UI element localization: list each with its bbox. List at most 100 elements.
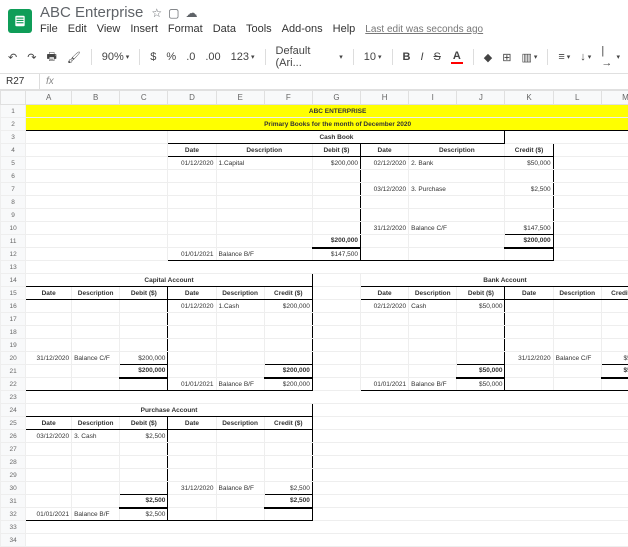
cell[interactable]: $147,500: [312, 248, 360, 261]
format-dropdown[interactable]: 123▾: [231, 51, 255, 63]
cell[interactable]: $2,500: [120, 495, 168, 508]
cell[interactable]: Capital Account: [26, 274, 313, 287]
cell[interactable]: Date: [505, 287, 553, 300]
cell[interactable]: Description: [409, 144, 505, 157]
col-header[interactable]: C: [120, 91, 168, 105]
cell[interactable]: $2,500: [120, 508, 168, 521]
row-header[interactable]: 33: [1, 521, 26, 534]
cell[interactable]: 03/12/2020: [361, 183, 409, 196]
currency-button[interactable]: $: [150, 51, 156, 63]
cell[interactable]: $50,000: [601, 352, 628, 365]
col-header[interactable]: G: [312, 91, 360, 105]
sheets-logo[interactable]: [8, 9, 32, 33]
row-header[interactable]: 24: [1, 404, 26, 417]
cell[interactable]: Date: [168, 144, 216, 157]
cell[interactable]: Primary Books for the month of December …: [26, 118, 628, 131]
cell[interactable]: Bank Account: [361, 274, 628, 287]
cell[interactable]: 2. Bank: [409, 157, 505, 170]
cell[interactable]: Date: [168, 287, 216, 300]
row-header[interactable]: 1: [1, 105, 26, 118]
menu-edit[interactable]: Edit: [68, 23, 87, 35]
cell[interactable]: Credit ($): [264, 417, 312, 430]
row-header[interactable]: 17: [1, 313, 26, 326]
cell[interactable]: $200,000: [120, 352, 168, 365]
move-icon[interactable]: ▢: [168, 6, 179, 20]
row-header[interactable]: 31: [1, 495, 26, 508]
cell[interactable]: Balance B/F: [216, 378, 264, 391]
row-header[interactable]: 2: [1, 118, 26, 131]
row-header[interactable]: 25: [1, 417, 26, 430]
cell[interactable]: $50,000: [457, 378, 505, 391]
row-header[interactable]: 14: [1, 274, 26, 287]
cell[interactable]: 01/01/2021: [168, 378, 216, 391]
cell[interactable]: 1.Capital: [216, 157, 312, 170]
cell[interactable]: $200,000: [312, 235, 360, 248]
font-dropdown[interactable]: Default (Ari... ▾: [276, 45, 343, 69]
col-header[interactable]: B: [72, 91, 120, 105]
menu-addons[interactable]: Add-ons: [282, 23, 323, 35]
cell[interactable]: 31/12/2020: [361, 222, 409, 235]
cell[interactable]: $50,000: [505, 157, 553, 170]
cloud-icon[interactable]: ☁: [185, 6, 197, 20]
cell[interactable]: Balance C/F: [553, 352, 601, 365]
increase-decimal-button[interactable]: .00: [205, 51, 220, 63]
row-header[interactable]: 28: [1, 456, 26, 469]
cell[interactable]: 02/12/2020: [361, 157, 409, 170]
cell[interactable]: Date: [361, 287, 409, 300]
row-header[interactable]: 22: [1, 378, 26, 391]
row-header[interactable]: 30: [1, 482, 26, 495]
col-header[interactable]: F: [264, 91, 312, 105]
cell[interactable]: 01/12/2020: [168, 300, 216, 313]
row-header[interactable]: 15: [1, 287, 26, 300]
cell[interactable]: $2,500: [264, 495, 312, 508]
row-header[interactable]: 27: [1, 443, 26, 456]
row-header[interactable]: 6: [1, 170, 26, 183]
italic-button[interactable]: I: [420, 51, 423, 63]
row-header[interactable]: 34: [1, 534, 26, 547]
cell[interactable]: $2,500: [505, 183, 553, 196]
cell[interactable]: 01/01/2021: [168, 248, 216, 261]
cell[interactable]: $200,000: [264, 300, 312, 313]
name-box[interactable]: R27: [0, 74, 40, 89]
decrease-decimal-button[interactable]: .0: [186, 51, 195, 63]
row-header[interactable]: 16: [1, 300, 26, 313]
row-header[interactable]: 29: [1, 469, 26, 482]
row-header[interactable]: 7: [1, 183, 26, 196]
cell[interactable]: $50,000: [601, 365, 628, 378]
cell[interactable]: $147,500: [505, 222, 553, 235]
last-edit[interactable]: Last edit was seconds ago: [365, 24, 483, 35]
menu-format[interactable]: Format: [168, 23, 203, 35]
cell[interactable]: 31/12/2020: [26, 352, 72, 365]
undo-icon[interactable]: ↶: [8, 51, 17, 64]
cell[interactable]: Description: [553, 287, 601, 300]
row-header[interactable]: 3: [1, 131, 26, 144]
row-header[interactable]: 32: [1, 508, 26, 521]
col-header[interactable]: A: [26, 91, 72, 105]
percent-button[interactable]: %: [166, 51, 176, 63]
cell[interactable]: Debit ($): [312, 144, 360, 157]
row-header[interactable]: 12: [1, 248, 26, 261]
cell[interactable]: Balance C/F: [72, 352, 120, 365]
cell[interactable]: 03/12/2020: [26, 430, 72, 443]
menu-data[interactable]: Data: [213, 23, 236, 35]
valign-icon[interactable]: ↓ ▾: [580, 51, 591, 63]
cell[interactable]: Balance B/F: [72, 508, 120, 521]
row-header[interactable]: 23: [1, 391, 26, 404]
formula-bar[interactable]: [60, 80, 628, 84]
zoom-dropdown[interactable]: 90% ▾: [102, 51, 130, 63]
text-color-button[interactable]: A: [451, 50, 463, 64]
menu-view[interactable]: View: [97, 23, 121, 35]
halign-icon[interactable]: ≡ ▾: [558, 51, 570, 63]
col-header[interactable]: L: [553, 91, 601, 105]
row-header[interactable]: 9: [1, 209, 26, 222]
cell[interactable]: Cash: [409, 300, 457, 313]
cell[interactable]: 31/12/2020: [168, 482, 216, 495]
menu-insert[interactable]: Insert: [130, 23, 158, 35]
col-header[interactable]: J: [457, 91, 505, 105]
spreadsheet-grid[interactable]: A B C D E F G H I J K L M 1ABC ENTERPRIS…: [0, 90, 628, 547]
cell[interactable]: Balance B/F: [216, 248, 312, 261]
star-icon[interactable]: ☆: [151, 6, 162, 20]
cell[interactable]: Debit ($): [457, 287, 505, 300]
col-header[interactable]: K: [505, 91, 553, 105]
cell[interactable]: ABC ENTERPRISE: [26, 105, 628, 118]
